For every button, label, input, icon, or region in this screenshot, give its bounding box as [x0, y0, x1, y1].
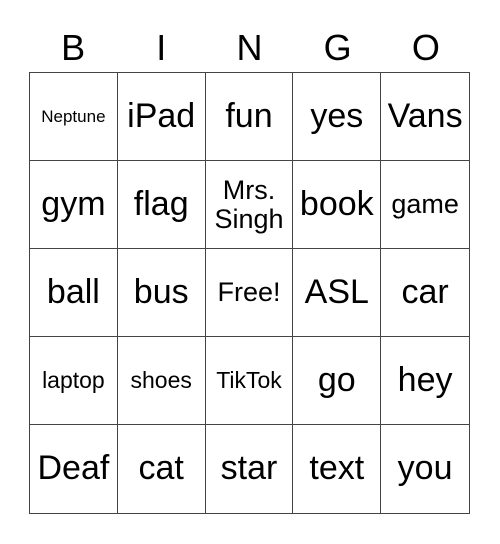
- bingo-cell: text: [293, 425, 382, 513]
- bingo-cell: Vans: [381, 73, 469, 161]
- header-letter: G: [323, 27, 352, 68]
- bingo-cell: gym: [30, 161, 118, 249]
- bingo-cell: Neptune: [30, 73, 118, 161]
- bingo-cell: fun: [205, 73, 294, 161]
- bingo-cell: you: [397, 449, 453, 488]
- bingo-grid: Neptune iPad fun yes Vans gym flag Mrs. …: [29, 72, 470, 514]
- bingo-cell: yes: [293, 73, 382, 161]
- header-letter: O: [411, 27, 440, 68]
- bingo-cell: star: [206, 425, 294, 513]
- bingo-cell: car: [381, 249, 469, 337]
- bingo-cell: go: [293, 337, 382, 425]
- bingo-cell: TikTok: [205, 337, 294, 425]
- bingo-cell: Deaf: [30, 425, 118, 513]
- bingo-cell: shoes: [117, 337, 206, 425]
- bingo-header: B I N G O: [29, 26, 470, 70]
- bingo-cell: book: [293, 161, 382, 249]
- free-space-cell: Free!: [205, 249, 294, 337]
- bingo-cell: iPad: [117, 73, 206, 161]
- header-letter: N: [236, 27, 263, 68]
- bingo-cell: bus: [117, 249, 206, 337]
- header-letter: B: [61, 27, 86, 68]
- bingo-cell: laptop: [30, 337, 118, 425]
- bingo-cell: game: [381, 161, 469, 249]
- bingo-cell: ball: [30, 249, 118, 337]
- bingo-cell: cat: [118, 425, 206, 513]
- header-letter: I: [156, 27, 167, 68]
- bingo-cell: ASL: [293, 249, 382, 337]
- bingo-cell: flag: [117, 161, 206, 249]
- bingo-cell: hey: [381, 337, 469, 425]
- bingo-cell: Mrs. Singh: [205, 161, 294, 249]
